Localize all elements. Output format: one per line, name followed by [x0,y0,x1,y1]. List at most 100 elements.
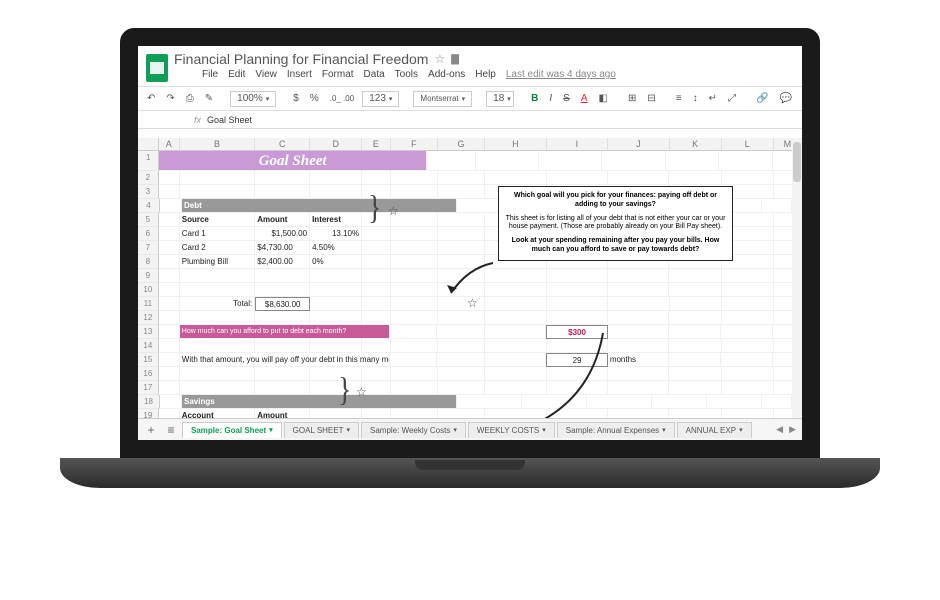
cell[interactable] [255,283,310,297]
cell[interactable] [362,297,391,311]
cell[interactable] [310,297,362,311]
tabs-scroll-right-icon[interactable]: ▶ [789,424,796,435]
col-L[interactable]: L [722,138,774,150]
cell[interactable] [669,269,721,283]
cell[interactable] [608,283,669,297]
cell[interactable] [180,185,256,199]
cell[interactable] [159,213,180,227]
cell[interactable] [310,367,362,381]
chevron-down-icon[interactable]: ▾ [739,426,743,434]
menu-help[interactable]: Help [475,69,496,80]
cell[interactable] [457,395,522,409]
cell[interactable] [255,185,310,199]
cell[interactable] [159,255,180,269]
cell[interactable] [438,269,485,283]
cell[interactable] [391,339,438,353]
cell[interactable]: Savings [182,395,457,409]
document-title[interactable]: Financial Planning for Financial Freedom [174,51,428,67]
col-G[interactable]: G [438,138,485,150]
vertical-scrollbar[interactable] [792,138,802,418]
cell[interactable] [587,395,652,409]
cell[interactable]: Account [180,409,256,418]
decimal-buttons[interactable]: .0_ .00 [327,93,357,104]
cell[interactable]: How much can you afford to put to debt e… [180,325,390,339]
cell[interactable] [362,283,391,297]
cell[interactable] [722,311,774,325]
cell[interactable] [391,381,438,395]
chevron-down-icon[interactable]: ▾ [269,426,273,434]
cell[interactable] [608,409,669,418]
cell[interactable] [255,269,310,283]
folder-icon[interactable]: ▇ [451,54,459,65]
cell[interactable] [438,185,485,199]
cell[interactable]: Source [180,213,256,227]
cell[interactable] [438,255,485,269]
cell[interactable] [547,283,608,297]
cell[interactable] [391,409,438,418]
cell[interactable] [722,367,774,381]
cell[interactable] [608,381,669,395]
borders-icon[interactable]: ⊞ [625,92,639,105]
cell[interactable] [438,283,485,297]
sheet-tab[interactable]: Sample: Weekly Costs▾ [361,422,466,438]
col-C[interactable]: C [255,138,310,150]
formula-input[interactable]: Goal Sheet [207,115,252,125]
col-E[interactable]: E [362,138,390,150]
cell[interactable] [669,311,721,325]
cell[interactable] [310,381,362,395]
cell[interactable] [391,171,438,185]
halign-icon[interactable]: ≡ [673,92,685,105]
cell[interactable] [485,311,546,325]
cell[interactable] [255,171,310,185]
text-color-button[interactable]: A [578,92,591,105]
cell[interactable] [608,339,669,353]
cell[interactable] [180,367,256,381]
cell[interactable] [159,325,180,339]
cell[interactable] [485,297,546,311]
cell[interactable] [310,171,362,185]
cell[interactable] [362,339,391,353]
cell[interactable] [362,255,391,269]
cell[interactable] [547,269,608,283]
cell[interactable] [160,199,182,213]
cell[interactable] [652,395,707,409]
cell[interactable] [666,151,720,171]
cell[interactable] [722,339,774,353]
cell[interactable] [669,339,721,353]
cell[interactable] [547,297,608,311]
cell[interactable] [438,339,485,353]
cell[interactable] [608,171,669,185]
cell[interactable] [438,381,485,395]
cell[interactable] [159,241,180,255]
cell[interactable] [391,367,438,381]
cell[interactable] [722,297,774,311]
cell[interactable] [310,311,362,325]
paint-format-icon[interactable]: ✎ [202,92,216,105]
col-F[interactable]: F [391,138,438,150]
cell[interactable]: $300 [546,325,608,339]
link-icon[interactable]: 🔗 [753,92,771,105]
menu-insert[interactable]: Insert [287,69,312,80]
cell[interactable] [391,311,438,325]
cell[interactable] [159,409,180,418]
cell[interactable] [437,325,484,339]
cell[interactable]: Plumbing Bill [180,255,256,269]
cell[interactable] [159,381,180,395]
cell[interactable]: months [608,353,670,367]
menu-addons[interactable]: Add-ons [428,69,465,80]
cell[interactable] [159,227,180,241]
add-sheet-button[interactable]: + [142,423,160,437]
cell[interactable] [310,269,362,283]
cell[interactable]: Goal Sheet [159,151,426,171]
cell[interactable] [669,381,721,395]
cell[interactable] [391,297,438,311]
cell[interactable] [180,311,256,325]
cell[interactable] [669,171,721,185]
cell[interactable] [438,311,485,325]
cell[interactable] [721,353,773,367]
cell[interactable] [669,325,721,339]
cell[interactable]: $4,730.00 [255,241,310,255]
spreadsheet-grid[interactable]: A B C D E F G H I J K L M 1Goal Sheet234… [138,138,802,418]
font-size-select[interactable]: 18▾ [486,91,514,107]
cell[interactable] [485,325,547,339]
